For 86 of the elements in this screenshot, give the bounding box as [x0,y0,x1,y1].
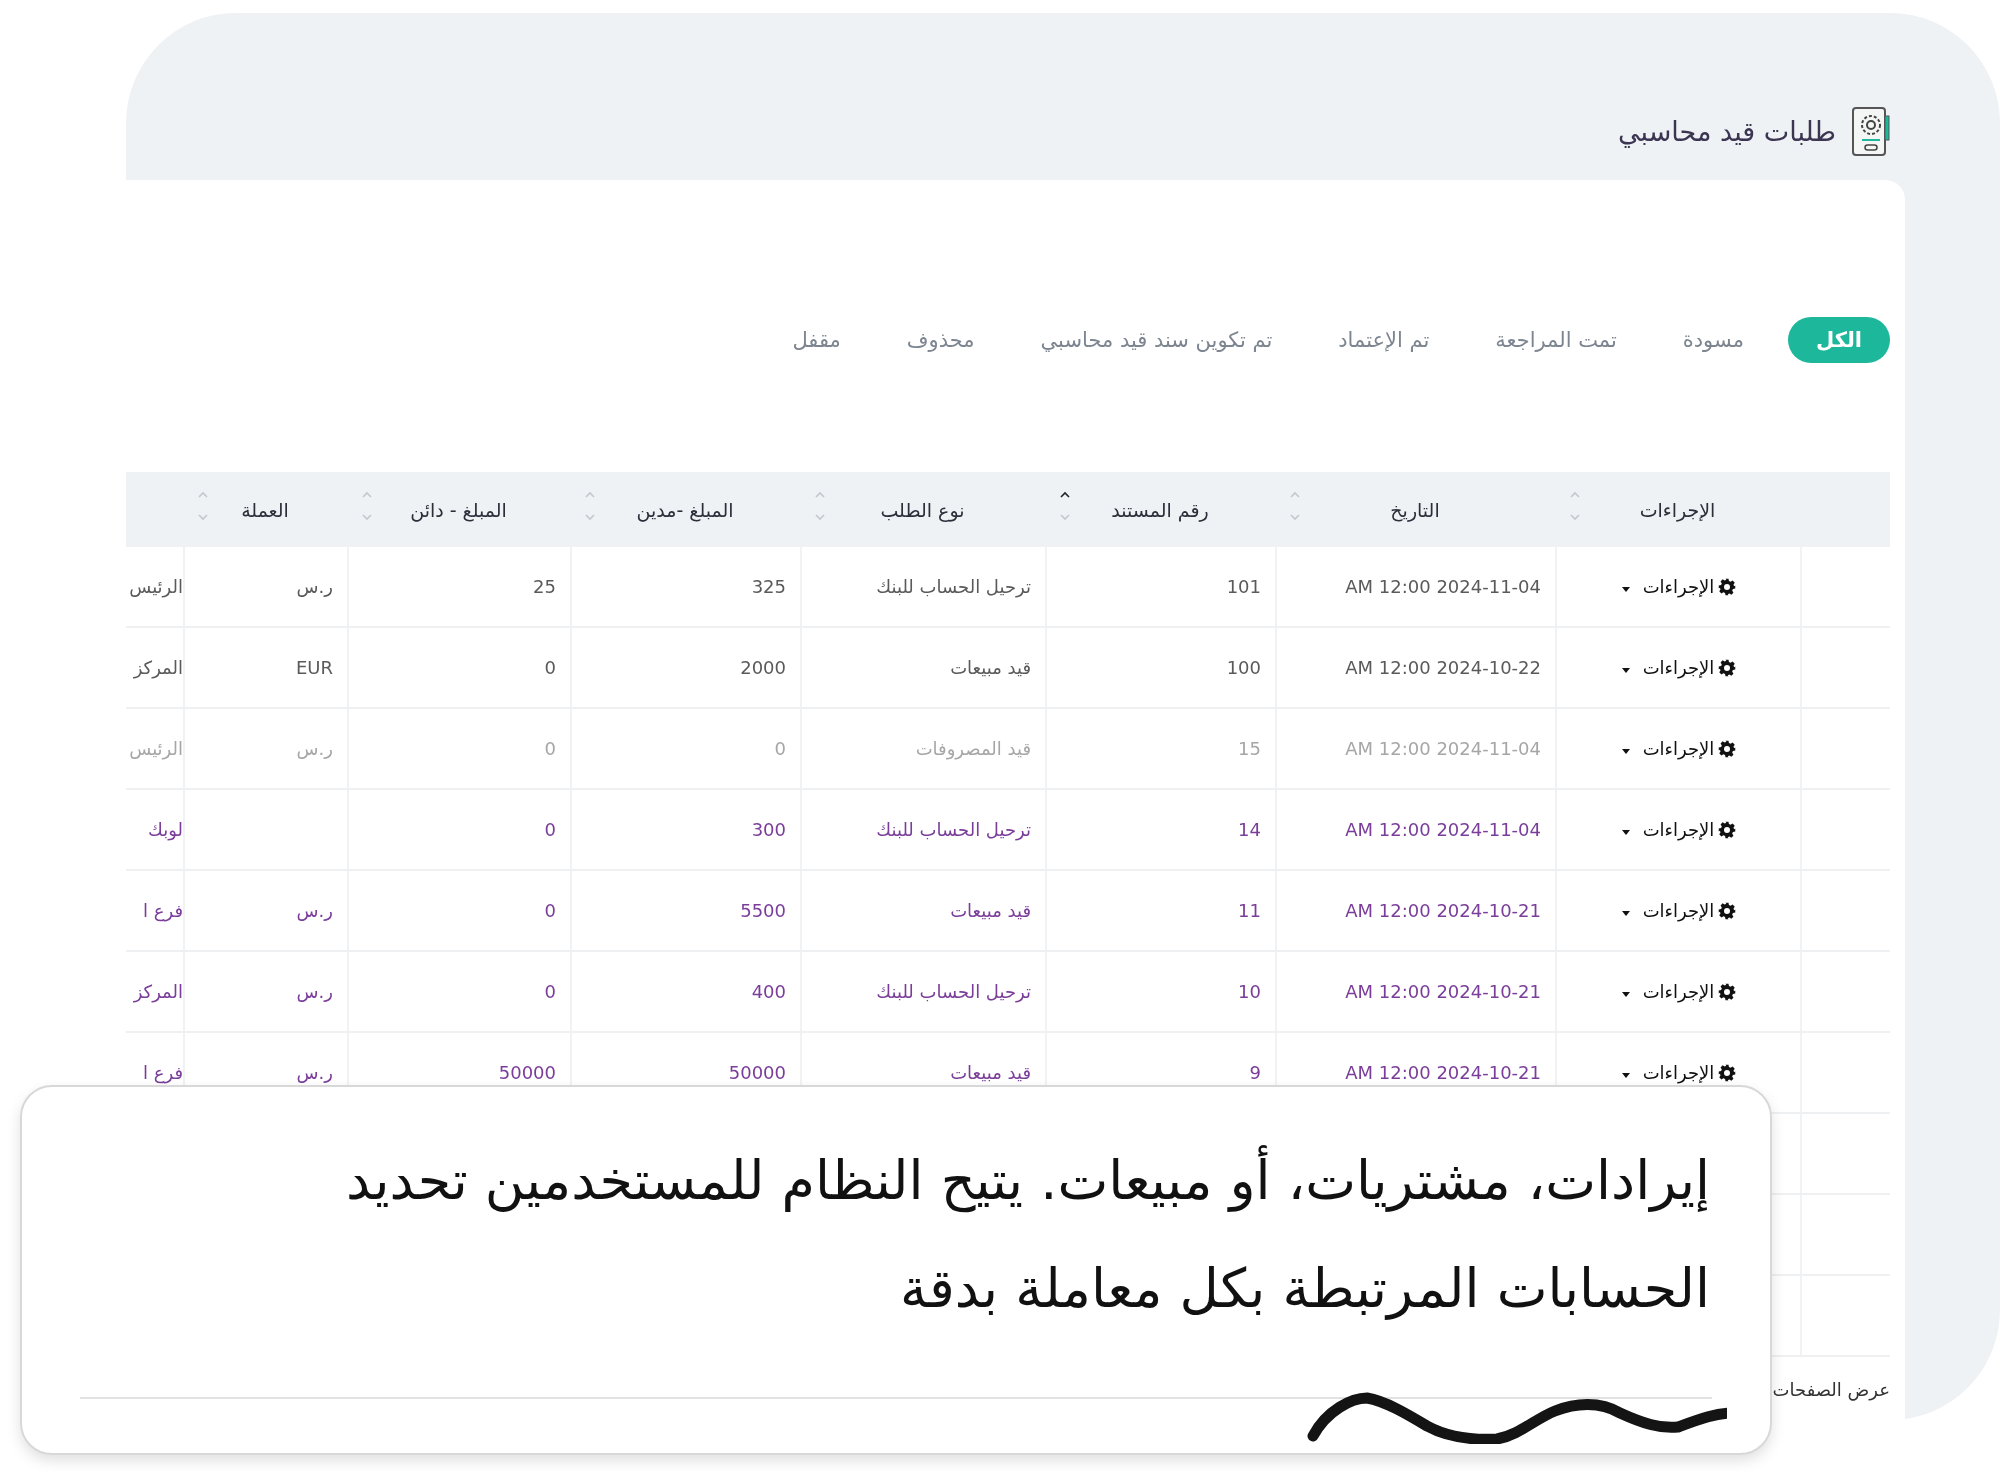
debit-cell: 50000 [728,1062,786,1083]
settings-icon [1718,658,1737,677]
column-header: نوع الطلب [880,498,965,521]
request-type-cell: ترحيل الحساب للبنك [876,819,1031,840]
currency-cell: ر.س [296,981,333,1002]
table-cell: لوبك [148,819,183,840]
filter-tab[interactable]: محذوف [884,317,997,363]
document-number-cell: 15 [1238,738,1261,759]
filter-tab[interactable]: تم الإعتماد [1316,317,1452,363]
currency-cell: ر.س [296,738,333,759]
date-cell: 2024-11-04 12:00 AM [1345,819,1541,840]
actions-dropdown[interactable]: الإجراءات [1620,738,1737,759]
request-type-cell: ترحيل الحساب للبنك [876,981,1031,1002]
request-type-cell: قيد مبيعات [950,657,1031,678]
debit-cell: 325 [751,576,786,597]
column-header: العملة [241,498,289,521]
table-cell: الرئيس [129,738,183,759]
actions-dropdown[interactable]: الإجراءات [1620,900,1737,921]
document-number-cell: 100 [1226,657,1261,678]
table-cell: المركز [133,981,183,1002]
column-header: المبلغ - دائن [410,498,507,521]
credit-cell: 0 [544,738,556,759]
page-title: طلبات قيد محاسبي [1618,116,1836,147]
actions-dropdown[interactable]: الإجراءات [1620,1062,1737,1083]
actions-dropdown[interactable]: الإجراءات [1620,576,1737,597]
ledger-book-icon [1850,105,1890,158]
settings-icon [1718,820,1737,839]
settings-icon [1718,577,1737,596]
filter-tab[interactable]: مقفل [770,317,863,363]
caret-icon [1620,666,1631,675]
debit-cell: 2000 [740,657,786,678]
caret-icon [1620,747,1631,756]
caret-icon [1620,828,1631,837]
date-cell: 2024-10-21 12:00 AM [1345,1062,1541,1083]
credit-cell: 0 [544,900,556,921]
table-cell: فرع ا [143,1062,183,1083]
table-cell: الرئيس [129,576,183,597]
column-header: رقم المستند [1111,498,1209,521]
caret-icon [1620,585,1631,594]
settings-icon [1718,1063,1737,1082]
currency-cell: EUR [295,657,333,678]
document-number-cell: 11 [1238,900,1261,921]
caret-icon [1620,990,1631,999]
document-number-cell: 9 [1249,1062,1261,1083]
debit-cell: 300 [751,819,786,840]
debit-cell: 400 [751,981,786,1002]
pagination-label: عرض الصفحات [1772,1379,1890,1400]
column-header: التاريخ [1390,498,1440,521]
caret-icon [1620,1071,1631,1080]
column-header: الإجراءات [1639,498,1716,521]
actions-dropdown[interactable]: الإجراءات [1620,981,1737,1002]
document-number-cell: 10 [1238,981,1261,1002]
credit-cell: 25 [533,576,556,597]
date-cell: 2024-10-21 12:00 AM [1345,981,1541,1002]
credit-cell: 50000 [498,1062,556,1083]
request-type-cell: قيد مبيعات [950,900,1031,921]
debit-cell: 5500 [740,900,786,921]
callout-text: إيرادات، مشتريات، أو مبيعات. يتيح النظام للمستخدمين تحديد الحسابات المرتبطة بكل معاملة بدقة [270,1127,1710,1343]
filter-tab[interactable]: مسودة [1660,317,1766,363]
date-cell: 2024-10-21 12:00 AM [1345,900,1541,921]
request-type-cell: ترحيل الحساب للبنك [876,576,1031,597]
settings-icon [1718,982,1737,1001]
currency-cell: ر.س [296,1062,333,1083]
debit-cell: 0 [774,738,786,759]
currency-cell: ر.س [296,900,333,921]
actions-dropdown[interactable]: الإجراءات [1620,657,1737,678]
document-number-cell: 14 [1238,819,1261,840]
credit-cell: 0 [544,981,556,1002]
currency-cell: ر.س [296,576,333,597]
filter-tab[interactable]: تم تكوين سند قيد محاسبي [1018,317,1295,363]
date-cell: 2024-11-04 12:00 AM [1345,738,1541,759]
settings-icon [1718,739,1737,758]
credit-cell: 0 [544,819,556,840]
column-header: المبلغ -مدين [636,498,734,521]
request-type-cell: قيد مبيعات [950,1062,1031,1083]
table-cell: المركز [133,657,183,678]
credit-cell: 0 [544,657,556,678]
table-cell: فرع ا [143,900,183,921]
request-type-cell: قيد المصروفات [915,738,1031,759]
document-number-cell: 101 [1226,576,1261,597]
actions-dropdown[interactable]: الإجراءات [1620,819,1737,840]
date-cell: 2024-10-22 12:00 AM [1345,657,1541,678]
date-cell: 2024-11-04 12:00 AM [1345,576,1541,597]
caret-icon [1620,909,1631,918]
settings-icon [1718,901,1737,920]
filter-tab[interactable]: تمت المراجعة [1473,317,1639,363]
